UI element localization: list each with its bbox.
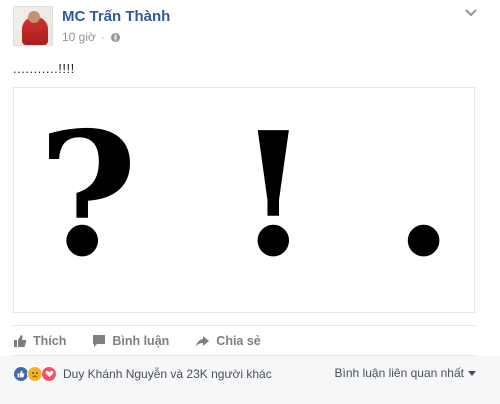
divider-top (13, 325, 475, 326)
exclamation-mark-glyph: ! (236, 95, 311, 295)
comment-sort-dropdown[interactable]: Bình luận liên quan nhất (335, 366, 476, 380)
caret-down-icon (468, 370, 476, 376)
globe-icon[interactable] (110, 32, 120, 42)
share-icon (196, 335, 210, 347)
like-label: Thích (33, 334, 67, 348)
like-button[interactable]: Thích (13, 334, 66, 348)
post-meta: 10 giờ · (62, 30, 120, 44)
chevron-down-icon[interactable] (464, 8, 478, 18)
avatar-head (28, 11, 40, 23)
author-name[interactable]: MC Trấn Thành (62, 8, 170, 25)
post-card: MC Trấn Thành 10 giờ · ...........!!!! ?… (0, 0, 500, 404)
post-image[interactable]: ? ! . (13, 87, 475, 313)
post-timestamp[interactable]: 10 giờ (62, 30, 96, 44)
comment-icon (93, 335, 106, 347)
comment-label: Bình luận (112, 334, 170, 348)
meta-separator: · (100, 30, 105, 44)
reactions-text[interactable]: Duy Khánh Nguyễn và 23K người khác (63, 367, 272, 381)
author-avatar[interactable] (13, 6, 53, 46)
share-label: Chia sẻ (216, 334, 261, 348)
period-glyph: . (394, 95, 454, 295)
reactions-summary[interactable]: Duy Khánh Nguyễn và 23K người khác (13, 366, 272, 382)
post-text: ...........!!!! (13, 61, 75, 76)
share-button[interactable]: Chia sẻ (195, 334, 261, 348)
action-bar: Thích Bình luận Chia sẻ (13, 331, 475, 351)
thumbs-up-icon (14, 335, 27, 347)
question-mark-glyph: ? (38, 95, 138, 295)
comment-sort-label: Bình luận liên quan nhất (334, 366, 464, 380)
love-icon (41, 366, 57, 382)
comment-button[interactable]: Bình luận (92, 334, 169, 348)
